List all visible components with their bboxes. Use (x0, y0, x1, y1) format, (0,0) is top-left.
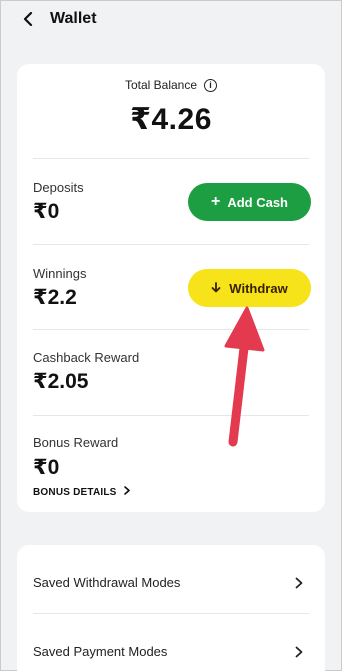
cashback-row: Cashback Reward ₹2.05 (17, 329, 325, 415)
total-balance-amount: ₹4.26 (130, 103, 212, 136)
wallet-summary-card: Total Balance i ₹4.26 Deposits ₹0 + Add … (17, 64, 325, 512)
chevron-right-icon (295, 576, 305, 589)
winnings-label: Winnings (33, 266, 87, 281)
saved-modes-card: Saved Withdrawal Modes Saved Payment Mod… (17, 545, 325, 671)
winnings-value: ₹2.2 (33, 286, 77, 309)
saved-payment-modes-label: Saved Payment Modes (33, 643, 168, 659)
back-arrow-icon[interactable] (20, 11, 36, 27)
chevron-right-icon (295, 645, 305, 658)
plus-icon: + (210, 193, 221, 210)
total-balance-label-row: Total Balance i (17, 78, 325, 92)
saved-withdrawal-modes-link[interactable]: Saved Withdrawal Modes (17, 547, 325, 617)
saved-withdrawal-modes-label: Saved Withdrawal Modes (33, 574, 181, 590)
deposits-label: Deposits (33, 180, 84, 195)
winnings-row: Winnings ₹2.2 Withdraw (17, 244, 325, 329)
divider (33, 613, 309, 614)
bonus-label: Bonus Reward (33, 435, 119, 450)
deposits-row: Deposits ₹0 + Add Cash (17, 158, 325, 244)
cashback-value: ₹2.05 (33, 370, 89, 393)
add-cash-button[interactable]: + Add Cash (188, 183, 311, 221)
bonus-details-label: BONUS DETAILS (33, 486, 117, 498)
withdraw-label: Withdraw (229, 280, 288, 296)
total-balance-label: Total Balance (124, 78, 198, 92)
chevron-right-icon (123, 486, 130, 498)
cashback-label: Cashback Reward (33, 350, 140, 365)
bonus-details-link[interactable]: BONUS DETAILS (33, 486, 130, 498)
app-header: Wallet (0, 0, 342, 38)
withdraw-button[interactable]: Withdraw (188, 269, 311, 307)
info-icon[interactable]: i (204, 78, 218, 92)
saved-payment-modes-link[interactable]: Saved Payment Modes (17, 616, 325, 671)
down-arrow-icon (211, 281, 221, 295)
page-title: Wallet (50, 10, 97, 27)
bonus-row: Bonus Reward ₹0 (17, 415, 325, 485)
deposits-value: ₹0 (33, 200, 60, 223)
bonus-value: ₹0 (33, 456, 60, 479)
add-cash-label: Add Cash (227, 194, 288, 210)
total-balance-section: Total Balance i ₹4.26 (17, 64, 325, 158)
